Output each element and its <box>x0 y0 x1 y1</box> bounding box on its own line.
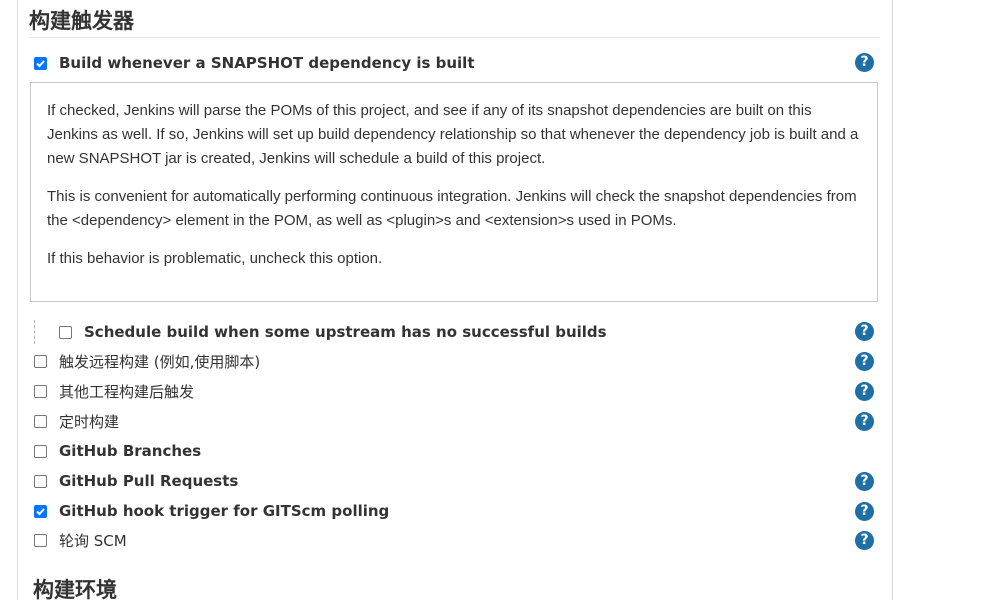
trigger-checkbox-github-hook[interactable] <box>34 504 47 518</box>
nesting-guide <box>34 320 35 344</box>
section-divider <box>29 37 880 38</box>
trigger-label: 轮询 SCM <box>59 531 127 550</box>
upstream-schedule-label: Schedule build when some upstream has no… <box>84 323 607 341</box>
trigger-row-timer[interactable]: 定时构建 <box>34 410 119 432</box>
checkmark-icon <box>36 59 45 67</box>
snapshot-help-button[interactable]: ? <box>855 53 874 72</box>
help-paragraph-1: If checked, Jenkins will parse the POMs … <box>47 102 859 167</box>
trigger-help-github-hook[interactable]: ? <box>855 502 874 521</box>
question-circle-icon: ? <box>860 323 869 339</box>
checkmark-icon <box>36 507 45 515</box>
trigger-help-remote[interactable]: ? <box>855 352 874 371</box>
help-paragraph-3: If this behavior is problematic, uncheck… <box>47 250 383 267</box>
trigger-row-github-hook[interactable]: GitHub hook trigger for GITScm polling <box>34 500 389 522</box>
question-circle-icon: ? <box>860 383 869 399</box>
trigger-help-after-other[interactable]: ? <box>855 382 874 401</box>
question-circle-icon: ? <box>860 503 869 519</box>
trigger-label: 触发远程构建 (例如,使用脚本) <box>59 352 261 371</box>
trigger-help-github-pr[interactable]: ? <box>855 472 874 491</box>
trigger-row-poll-scm[interactable]: 轮询 SCM <box>34 529 127 551</box>
trigger-help-timer[interactable]: ? <box>855 412 874 431</box>
trigger-label: 定时构建 <box>59 412 120 431</box>
question-circle-icon: ? <box>860 532 869 548</box>
upstream-schedule-row[interactable]: Schedule build when some upstream has no… <box>59 321 607 343</box>
trigger-checkbox-after-other[interactable] <box>34 384 47 398</box>
trigger-checkbox-poll-scm[interactable] <box>34 533 47 547</box>
trigger-checkbox-github-pr[interactable] <box>34 474 47 488</box>
question-circle-icon: ? <box>860 353 869 369</box>
snapshot-trigger-label: Build whenever a SNAPSHOT dependency is … <box>59 54 475 72</box>
question-circle-icon: ? <box>860 54 869 70</box>
trigger-checkbox-remote[interactable] <box>34 354 47 368</box>
question-circle-icon: ? <box>860 473 869 489</box>
trigger-label: 其他工程构建后触发 <box>59 382 195 401</box>
question-circle-icon: ? <box>860 413 869 429</box>
trigger-row-after-other[interactable]: 其他工程构建后触发 <box>34 380 194 402</box>
trigger-help-poll-scm[interactable]: ? <box>855 531 874 550</box>
next-section-title: 构建环境 <box>33 578 117 602</box>
trigger-row-remote[interactable]: 触发远程构建 (例如,使用脚本) <box>34 350 260 372</box>
trigger-label: GitHub hook trigger for GITScm polling <box>59 502 390 520</box>
trigger-checkbox-github-branches[interactable] <box>34 444 47 458</box>
upstream-schedule-checkbox[interactable] <box>59 325 72 339</box>
trigger-row-github-branches[interactable]: GitHub Branches <box>34 440 201 462</box>
trigger-label: GitHub Branches <box>59 442 202 460</box>
upstream-schedule-help-button[interactable]: ? <box>855 322 874 341</box>
snapshot-trigger-row[interactable]: Build whenever a SNAPSHOT dependency is … <box>34 52 475 74</box>
snapshot-help-panel: If checked, Jenkins will parse the POMs … <box>30 82 878 302</box>
trigger-row-github-pr[interactable]: GitHub Pull Requests <box>34 470 238 492</box>
help-paragraph-2: This is convenient for automatically per… <box>47 188 857 229</box>
section-title: 构建触发器 <box>29 9 134 33</box>
trigger-checkbox-timer[interactable] <box>34 414 47 428</box>
snapshot-trigger-checkbox[interactable] <box>34 56 47 70</box>
trigger-label: GitHub Pull Requests <box>59 472 239 490</box>
